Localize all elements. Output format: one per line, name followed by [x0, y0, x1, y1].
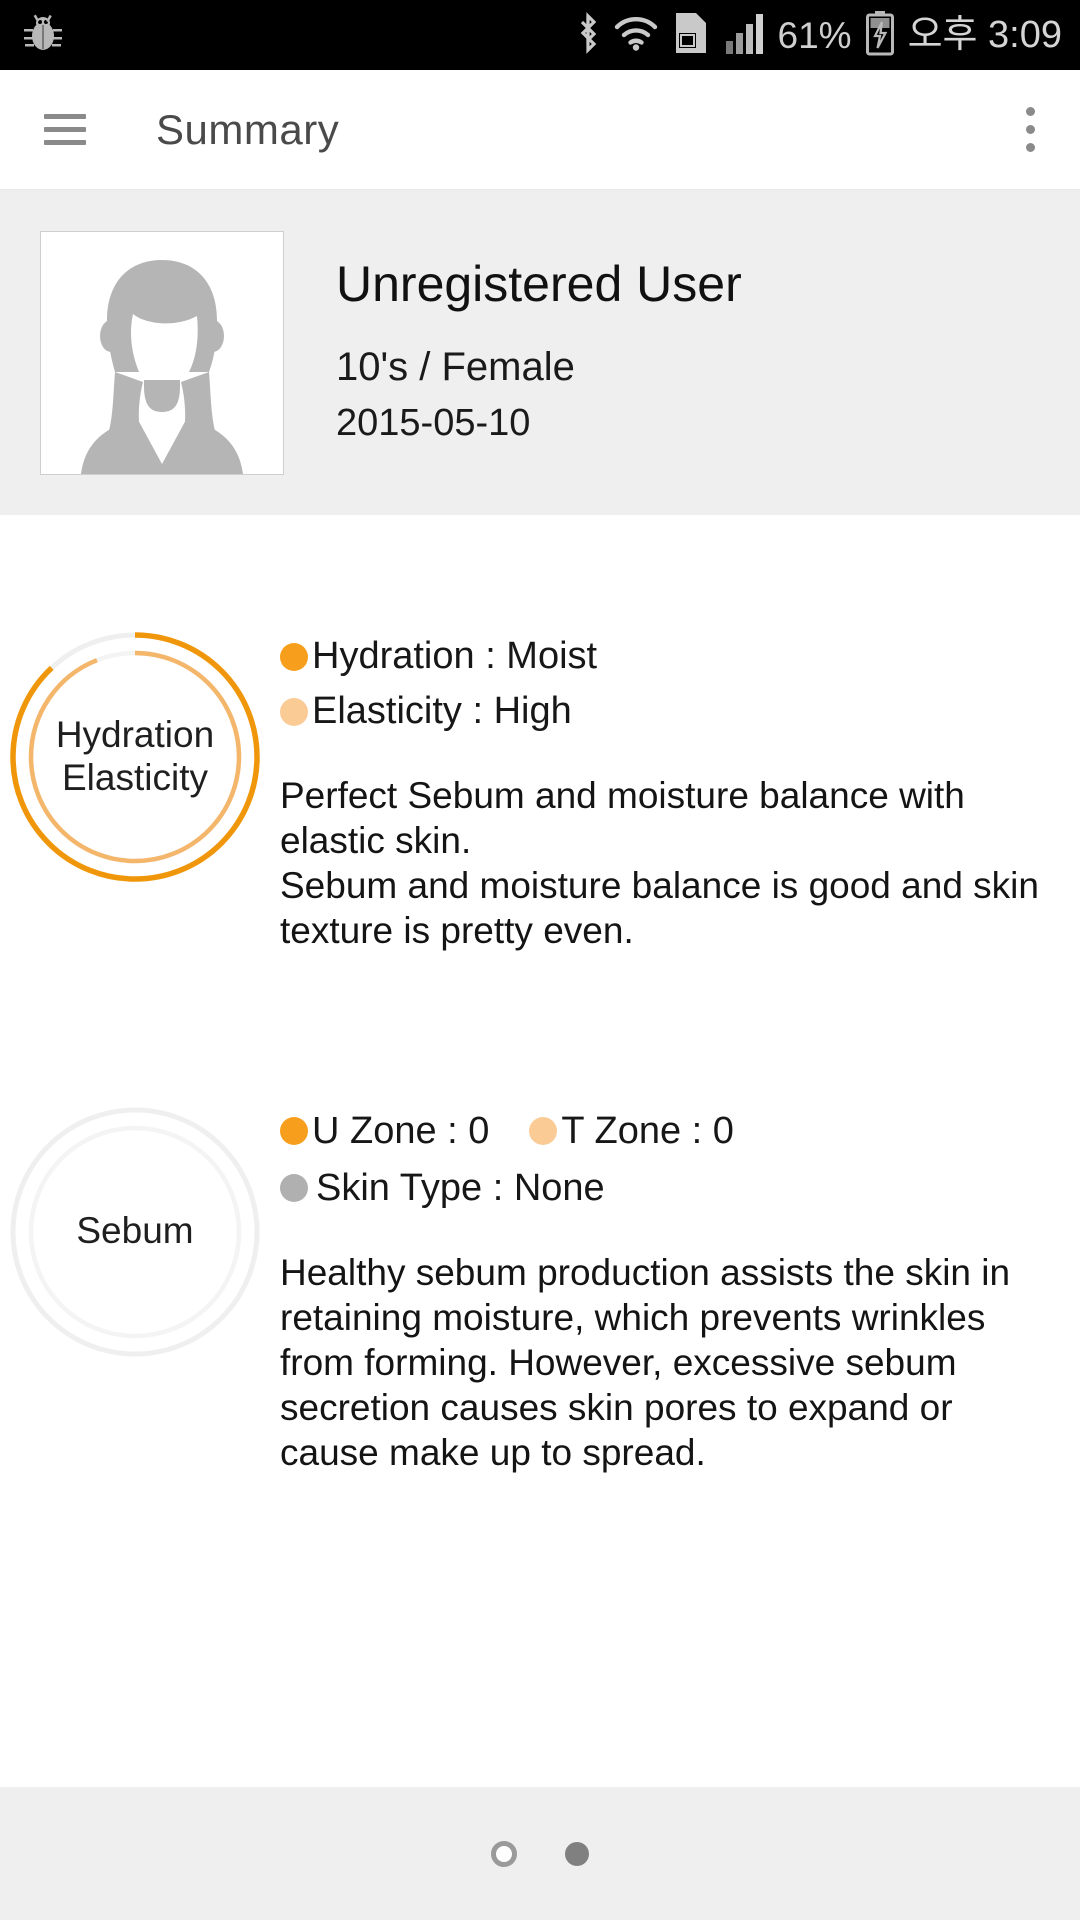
avatar[interactable] — [40, 230, 284, 475]
card-sebum[interactable]: Sebum U Zone : 0 T Zone : 0 Skin Type: … — [0, 954, 1080, 1476]
u-zone-legend-label: U Zone : 0 — [312, 1109, 490, 1152]
sd-card-alert-icon — [672, 9, 712, 62]
t-zone-legend-label: T Zone : 0 — [561, 1109, 734, 1152]
t-zone-legend: T Zone : 0 — [529, 1110, 734, 1153]
sebum-ring-chart: Sebum — [0, 1102, 270, 1362]
overflow-dot — [1025, 125, 1035, 134]
elasticity-legend-dot — [280, 697, 308, 726]
u-zone-legend-dot — [280, 1117, 308, 1145]
hydration-ring-arc — [10, 632, 260, 882]
elasticity-legend-label: Elasticity : High — [312, 690, 572, 732]
app-bar: Summary — [0, 70, 1080, 190]
profile-panel[interactable]: Unregistered User 10's / Female 2015-05-… — [0, 190, 1080, 515]
skin-type-legend-dot — [280, 1174, 308, 1202]
signal-bars-icon — [725, 11, 765, 60]
legend-sebum-row1: U Zone : 0 T Zone : 0 — [280, 1110, 1050, 1153]
elasticity-ring-arc — [28, 650, 242, 864]
bluetooth-icon — [576, 11, 600, 59]
status-bar-right: 61% 오후 3:09 — [576, 9, 1062, 62]
card-hydration-elasticity[interactable]: Hydration Elasticity Hydration : Moist E… — [0, 515, 1080, 954]
description-hydration-elasticity: Perfect Sebum and moisture balance with … — [280, 775, 1039, 952]
more-vertical-icon[interactable] — [1008, 100, 1052, 160]
overflow-dot — [1025, 107, 1035, 116]
u-zone-legend: U Zone : 0 — [280, 1110, 489, 1153]
profile-date: 2015-05-10 — [336, 402, 531, 445]
hamburger-bar — [44, 140, 86, 145]
legend-hydration-elasticity: Hydration : Moist Elasticity : High — [280, 635, 1050, 733]
hydration-legend-dot — [280, 642, 308, 671]
user-placeholder-avatar — [41, 231, 283, 474]
status-bar: 61% 오후 3:09 — [0, 0, 1080, 70]
elasticity-legend: Elasticity : High — [280, 690, 1010, 733]
page-indicator — [0, 1787, 1080, 1920]
page-dot-1[interactable] — [491, 1840, 517, 1867]
wifi-icon — [613, 14, 659, 57]
bug-icon — [20, 11, 66, 60]
legend-sebum-row2: Skin Type : None — [280, 1167, 1050, 1210]
hydration-legend-label: Hydration : Moist — [312, 635, 598, 677]
hydration-legend: Hydration : Moist — [280, 635, 1010, 678]
hamburger-menu-icon[interactable] — [44, 106, 86, 153]
clock-label: 오후 3:09 — [907, 14, 1062, 56]
status-bar-left — [20, 11, 66, 60]
battery-percent-label: 61% — [777, 14, 852, 56]
description-sebum: Healthy sebum production assists the ski… — [280, 1251, 1011, 1474]
skin-type-legend: Skin Type : None — [280, 1167, 605, 1210]
summary-content: Hydration Elasticity Hydration : Moist E… — [0, 515, 1080, 1476]
battery-charging-icon — [865, 10, 895, 61]
card-body-sebum: U Zone : 0 T Zone : 0 Skin Type : None H… — [270, 1102, 1050, 1476]
skin-type-legend-label: Skin Type : None — [316, 1166, 605, 1209]
u-zone-ring-track — [10, 1107, 260, 1356]
hydration-elasticity-ring-chart: Hydration Elasticity — [0, 627, 270, 887]
page-title: Summary — [156, 105, 340, 153]
profile-age-gender: 10's / Female — [336, 345, 575, 390]
page-dot-2[interactable] — [565, 1841, 589, 1866]
profile-info: Unregistered User 10's / Female 2015-05-… — [336, 257, 742, 448]
screen-root: 61% 오후 3:09 Summary Unregistered User 10… — [0, 0, 1080, 1920]
t-zone-legend-dot — [529, 1117, 558, 1145]
hamburger-bar — [44, 127, 86, 132]
card-body-hydration-elasticity: Hydration : Moist Elasticity : High Perf… — [270, 627, 1050, 954]
overflow-dot — [1025, 143, 1035, 152]
profile-name: Unregistered User — [336, 256, 742, 313]
t-zone-ring-track — [28, 1125, 242, 1338]
hamburger-bar — [44, 114, 86, 119]
